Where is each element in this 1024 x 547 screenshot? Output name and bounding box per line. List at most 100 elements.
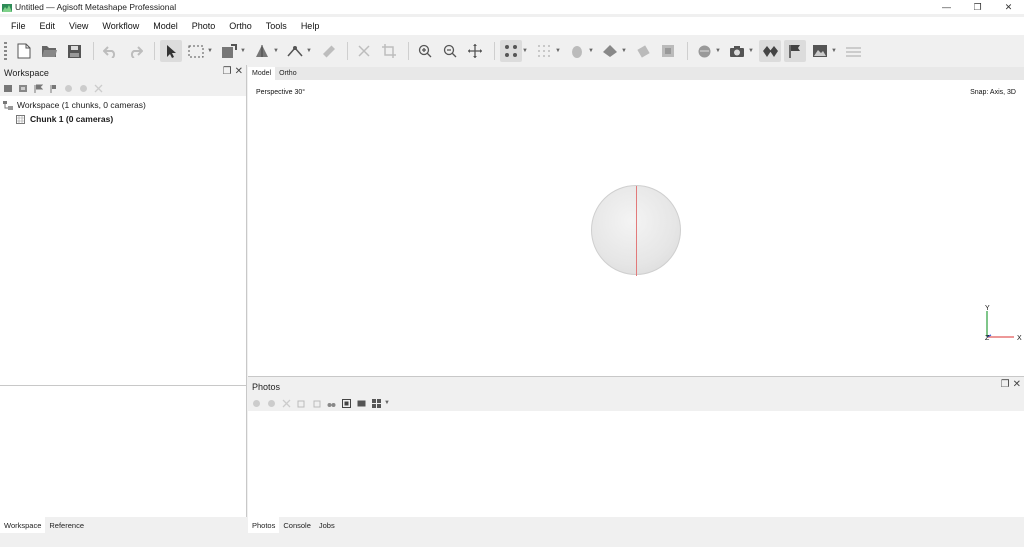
add-markers-icon[interactable]	[34, 84, 43, 93]
show-markers-button[interactable]	[759, 40, 781, 62]
zoom-in-button[interactable]	[414, 40, 436, 62]
image-icon	[813, 45, 827, 57]
chevron-down-icon[interactable]: ▼	[748, 48, 755, 54]
tab-workspace[interactable]: Workspace	[0, 517, 46, 533]
redo-button[interactable]	[124, 40, 146, 62]
show-shapes-button[interactable]	[693, 40, 715, 62]
rotate-right-icon[interactable]	[312, 399, 321, 408]
chevron-down-icon[interactable]: ▼	[588, 48, 595, 54]
toolbar-grip[interactable]	[4, 42, 7, 60]
show-cameras-button[interactable]	[500, 40, 522, 62]
undo-button[interactable]	[99, 40, 121, 62]
disable-icon[interactable]	[267, 399, 276, 408]
tree-item-workspace[interactable]: Workspace (1 chunks, 0 cameras)	[0, 98, 246, 112]
show-dense-cloud-button[interactable]	[566, 40, 588, 62]
chevron-down-icon[interactable]: ▼	[621, 48, 628, 54]
show-basemap-button[interactable]	[842, 40, 864, 62]
chevron-down-icon[interactable]: ▼	[831, 48, 838, 54]
rectangle-selection-button[interactable]	[185, 40, 207, 62]
chevron-down-icon[interactable]: ▼	[306, 48, 313, 54]
remove-item-icon[interactable]	[94, 84, 103, 93]
undo-icon	[102, 45, 115, 58]
menu-photo[interactable]: Photo	[185, 21, 223, 31]
rotate-object-icon	[256, 44, 268, 57]
panel-controls: ❐ ✕	[1001, 379, 1021, 390]
show-flags-button[interactable]	[784, 40, 806, 62]
enable-icon[interactable]	[64, 84, 73, 93]
open-project-button[interactable]	[38, 40, 60, 62]
tab-photos[interactable]: Photos	[248, 517, 280, 533]
square-frame-icon[interactable]	[342, 398, 351, 408]
tab-model[interactable]: Model	[248, 67, 276, 80]
disable-icon[interactable]	[79, 84, 88, 93]
enable-icon[interactable]	[252, 399, 261, 408]
main-toolbar: ▼ ▼ ▼ ▼ ▼ ▼ ▼ ▼ ▼ ▼ ▼	[0, 37, 1024, 65]
zoom-out-icon	[443, 44, 457, 58]
move-arrows-icon	[468, 44, 482, 58]
show-model-button[interactable]	[599, 40, 621, 62]
tab-jobs[interactable]: Jobs	[315, 517, 339, 533]
ruler-button[interactable]	[317, 40, 339, 62]
menu-ortho[interactable]: Ortho	[222, 21, 259, 31]
redo-icon	[130, 45, 143, 58]
show-dem-button[interactable]	[657, 40, 679, 62]
chevron-down-icon[interactable]: ▼	[273, 48, 280, 54]
view-tabbar: Model Ortho	[248, 67, 1024, 80]
draw-polyline-button[interactable]	[284, 40, 306, 62]
tab-console[interactable]: Console	[279, 517, 315, 533]
model-viewport[interactable]: Perspective 30° Snap: Axis, 3D Y X Z	[248, 80, 1024, 377]
chevron-down-icon[interactable]: ▼	[207, 48, 214, 54]
tab-reference[interactable]: Reference	[45, 517, 88, 533]
undock-panel-icon[interactable]: ❐	[223, 66, 232, 77]
menu-workflow[interactable]: Workflow	[95, 21, 146, 31]
pan-button[interactable]	[464, 40, 486, 62]
close-panel-icon[interactable]: ✕	[235, 66, 243, 77]
menu-edit[interactable]: Edit	[33, 21, 63, 31]
markers-icon	[762, 45, 778, 57]
remove-item-icon[interactable]	[282, 399, 291, 408]
tab-ortho[interactable]: Ortho	[275, 67, 301, 80]
show-images-button[interactable]	[809, 40, 831, 62]
show-tiled-model-button[interactable]	[632, 40, 654, 62]
right-bottom-tabbar: Photos Console Jobs	[248, 517, 1024, 533]
menu-model[interactable]: Model	[146, 21, 185, 31]
view-mode-icon[interactable]	[372, 398, 381, 408]
save-project-button[interactable]	[63, 40, 85, 62]
rotate-object-button[interactable]	[251, 40, 273, 62]
trackball-sphere[interactable]	[591, 185, 681, 276]
crop-selection-button[interactable]	[378, 40, 400, 62]
chevron-down-icon[interactable]: ▼	[240, 48, 247, 54]
resize-region-button[interactable]	[218, 40, 240, 62]
show-points-button[interactable]	[533, 40, 555, 62]
add-chunk-icon[interactable]	[4, 84, 13, 93]
capture-view-button[interactable]	[726, 40, 748, 62]
restore-button[interactable]: ❐	[962, 0, 993, 14]
chevron-down-icon[interactable]: ▼	[384, 400, 391, 406]
menu-help[interactable]: Help	[294, 21, 327, 31]
add-flag-icon[interactable]	[49, 84, 58, 93]
close-window-button[interactable]: ✕	[993, 0, 1024, 14]
delete-selection-button[interactable]	[353, 40, 375, 62]
chevron-down-icon[interactable]: ▼	[522, 48, 529, 54]
close-panel-icon[interactable]: ✕	[1013, 379, 1021, 390]
menu-file[interactable]: File	[4, 21, 33, 31]
tree-item-chunk[interactable]: Chunk 1 (0 cameras)	[0, 112, 246, 126]
chevron-down-icon[interactable]: ▼	[715, 48, 722, 54]
workspace-panel-title: Workspace	[4, 67, 49, 78]
minimize-button[interactable]: —	[931, 0, 962, 14]
zoom-out-button[interactable]	[439, 40, 461, 62]
menu-tools[interactable]: Tools	[259, 21, 294, 31]
rotate-left-icon[interactable]	[297, 399, 306, 408]
chevron-down-icon[interactable]: ▼	[555, 48, 562, 54]
new-project-button[interactable]	[13, 40, 35, 62]
trackball-axis-line	[636, 186, 637, 276]
image-icon[interactable]	[357, 399, 366, 408]
add-photos-icon[interactable]	[19, 84, 28, 93]
navigation-tool-button[interactable]	[160, 40, 182, 62]
dem-layer-icon	[662, 45, 674, 57]
menu-view[interactable]: View	[62, 21, 95, 31]
binoculars-icon[interactable]	[327, 399, 336, 408]
workspace-lower-pane	[0, 385, 246, 517]
globe-icon	[698, 45, 710, 57]
undock-panel-icon[interactable]: ❐	[1001, 379, 1010, 390]
